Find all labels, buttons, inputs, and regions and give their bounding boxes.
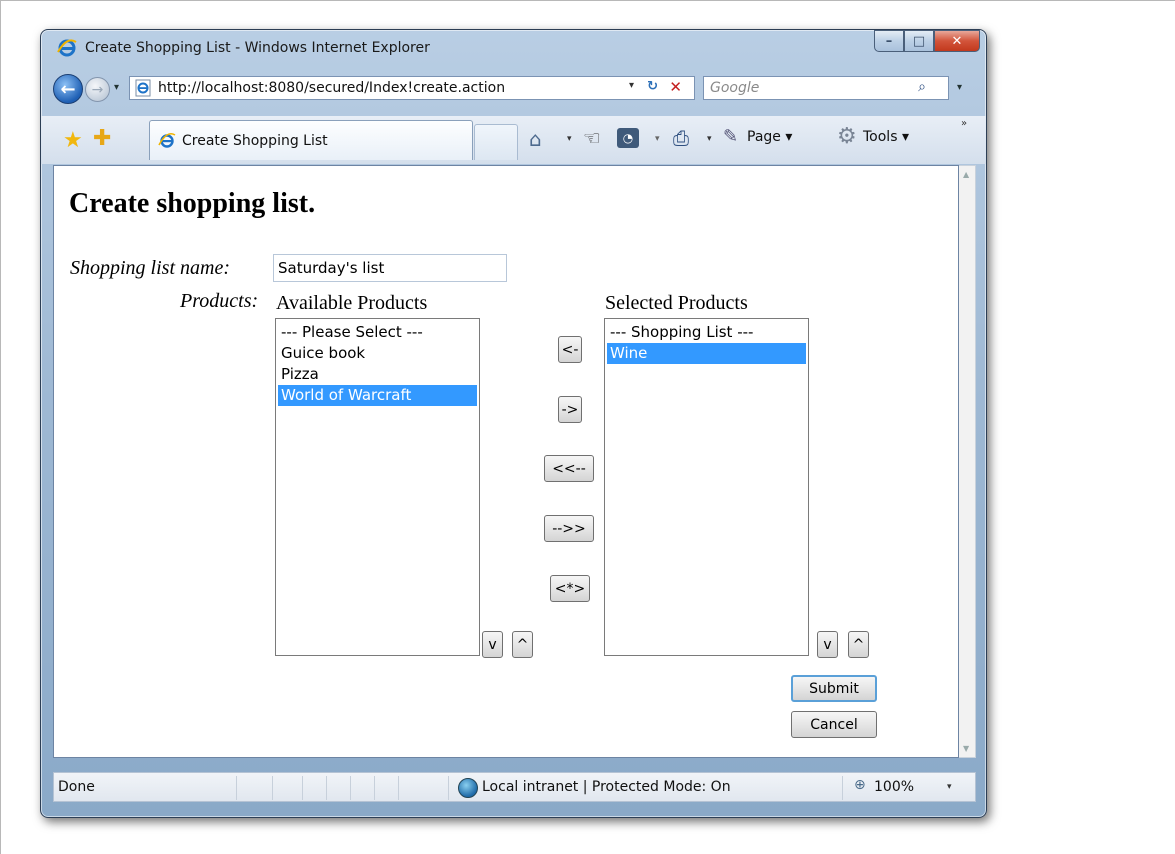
- close-button[interactable]: ✕: [934, 30, 980, 52]
- page-menu[interactable]: Page ▾: [747, 129, 792, 145]
- stop-icon[interactable]: ✕: [669, 78, 682, 96]
- list-item[interactable]: World of Warcraft: [278, 385, 477, 406]
- minimize-button[interactable]: –: [874, 30, 904, 52]
- tools-gear-icon[interactable]: ⚙: [837, 124, 857, 149]
- tools-menu[interactable]: Tools ▾: [863, 129, 909, 145]
- zoom-level[interactable]: 100%: [874, 779, 914, 795]
- recent-pages-dropdown-icon[interactable]: ▾: [114, 82, 119, 93]
- browser-window: Create Shopping List - Windows Internet …: [40, 29, 987, 818]
- status-divider: [272, 776, 273, 800]
- list-item[interactable]: Wine: [607, 343, 806, 364]
- status-divider: [326, 776, 327, 800]
- command-bar: ★ ✚ Create Shopping List ⌂ ▾ ☜ ◔ ▾ ⎙ ▾ ✎…: [41, 116, 986, 164]
- title-bar[interactable]: Create Shopping List - Windows Internet …: [41, 30, 986, 62]
- print-icon[interactable]: ⎙: [673, 126, 689, 150]
- page-icon: [135, 79, 151, 97]
- maximize-button[interactable]: □: [904, 30, 934, 52]
- available-products-list[interactable]: --- Please Select --- Guice book Pizza W…: [275, 318, 480, 656]
- scroll-up-icon[interactable]: ▲: [963, 170, 969, 179]
- status-divider: [236, 776, 237, 800]
- products-label: Products:: [180, 290, 259, 312]
- move-all-left-button[interactable]: <<--: [544, 455, 594, 482]
- forward-button[interactable]: →: [85, 77, 110, 102]
- globe-icon: [458, 778, 478, 798]
- status-divider: [398, 776, 399, 800]
- status-divider: [374, 776, 375, 800]
- list-item[interactable]: Pizza: [278, 364, 477, 385]
- selected-products-heading: Selected Products: [605, 292, 748, 314]
- scroll-down-icon[interactable]: ▼: [963, 744, 969, 753]
- zoom-icon[interactable]: ⊕: [854, 777, 866, 793]
- page-menu-icon[interactable]: ✎: [723, 126, 738, 147]
- search-placeholder: Google: [710, 80, 760, 96]
- ie-logo-icon: [57, 39, 77, 57]
- shopping-list-name-field[interactable]: [273, 254, 507, 282]
- url-text: http://localhost:8080/secured/Index!crea…: [158, 80, 506, 96]
- rss-dropdown-icon[interactable]: ▾: [655, 134, 660, 144]
- url-field[interactable]: http://localhost:8080/secured/Index!crea…: [129, 76, 695, 100]
- back-button[interactable]: ←: [53, 74, 83, 104]
- outer-frame-top: [0, 0, 1175, 1]
- tab-ie-icon: [158, 132, 176, 148]
- list-item[interactable]: --- Please Select ---: [278, 322, 477, 343]
- overflow-chevron-icon[interactable]: »: [961, 118, 967, 129]
- move-left-button[interactable]: <-: [558, 336, 582, 363]
- add-favorites-icon[interactable]: ✚: [93, 126, 111, 151]
- refresh-icon[interactable]: ↻: [647, 79, 658, 94]
- zoom-dropdown-icon[interactable]: ▾: [947, 782, 952, 792]
- submit-button[interactable]: Submit: [791, 675, 877, 702]
- available-products-heading: Available Products: [276, 292, 428, 314]
- status-divider: [302, 776, 303, 800]
- status-text: Done: [58, 779, 95, 795]
- search-icon[interactable]: ⌕: [918, 79, 926, 95]
- move-right-button[interactable]: ->: [558, 396, 582, 423]
- move-all-right-button[interactable]: -->>: [544, 515, 594, 542]
- print-dropdown-icon[interactable]: ▾: [707, 134, 712, 144]
- vertical-scrollbar[interactable]: ▲ ▼: [959, 165, 976, 758]
- cancel-button[interactable]: Cancel: [791, 711, 877, 738]
- page-title: Create shopping list.: [69, 188, 316, 219]
- search-options-dropdown-icon[interactable]: ▾: [957, 82, 962, 93]
- selected-move-up-button[interactable]: ^: [848, 631, 869, 658]
- home-dropdown-icon[interactable]: ▾: [567, 134, 572, 144]
- security-zone-text[interactable]: Local intranet | Protected Mode: On: [482, 779, 731, 795]
- status-divider: [448, 776, 449, 800]
- caption-buttons: – □ ✕: [874, 30, 980, 52]
- status-divider: [842, 776, 843, 800]
- search-input[interactable]: Google ⌕: [703, 76, 949, 100]
- list-item[interactable]: Guice book: [278, 343, 477, 364]
- outer-frame-left: [0, 0, 1, 854]
- available-move-down-button[interactable]: v: [482, 631, 503, 658]
- available-move-up-button[interactable]: ^: [512, 631, 533, 658]
- address-bar: ← → ▾ http://localhost:8080/secured/Inde…: [41, 70, 986, 106]
- status-divider: [350, 776, 351, 800]
- tab-create-shopping-list[interactable]: Create Shopping List: [149, 120, 473, 160]
- new-tab-button[interactable]: [474, 124, 518, 160]
- favorites-star-icon[interactable]: ★: [63, 128, 83, 153]
- shopping-list-name-label: Shopping list name:: [70, 257, 230, 279]
- rss-feed-icon[interactable]: ◔: [617, 128, 639, 148]
- tab-label: Create Shopping List: [182, 132, 328, 149]
- selected-move-down-button[interactable]: v: [817, 631, 838, 658]
- status-bar: Done Local intranet | Protected Mode: On…: [53, 772, 976, 802]
- research-hand-icon[interactable]: ☜: [583, 126, 601, 150]
- home-icon[interactable]: ⌂: [529, 127, 542, 151]
- url-dropdown-icon[interactable]: ▾: [629, 80, 634, 91]
- selected-products-list[interactable]: --- Shopping List --- Wine: [604, 318, 809, 656]
- swap-all-button[interactable]: <*>: [550, 575, 590, 602]
- window-title: Create Shopping List - Windows Internet …: [85, 40, 430, 56]
- page-content: Create shopping list. Shopping list name…: [53, 165, 959, 758]
- list-item[interactable]: --- Shopping List ---: [607, 322, 806, 343]
